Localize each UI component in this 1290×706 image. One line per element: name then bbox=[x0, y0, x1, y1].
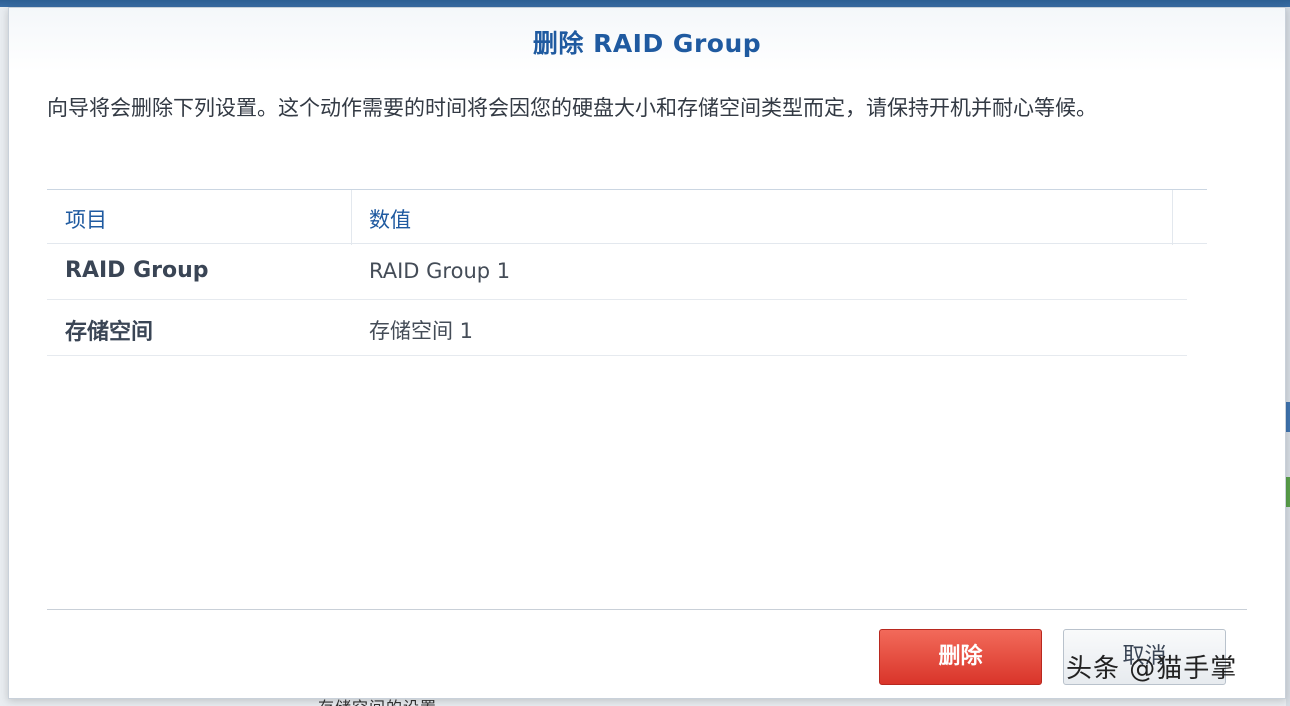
column-divider bbox=[1172, 190, 1173, 245]
row-value: RAID Group 1 bbox=[369, 259, 511, 283]
window-top-strip bbox=[0, 0, 1290, 7]
table-row[interactable]: RAID Group RAID Group 1 bbox=[47, 244, 1187, 300]
row-key: 存储空间 bbox=[65, 320, 154, 345]
watermark-text: 头条 @猫手掌 bbox=[1066, 654, 1238, 684]
table-row[interactable]: 存储空间 存储空间 1 bbox=[47, 300, 1187, 356]
delete-button[interactable]: 删除 bbox=[879, 629, 1042, 685]
background-app-edge bbox=[1286, 7, 1290, 706]
dialog-title: 删除 RAID Group bbox=[532, 29, 762, 58]
background-stripe bbox=[1286, 477, 1290, 507]
delete-raid-group-dialog: 删除 RAID Group 向导将会删除下列设置。这个动作需要的时间将会因您的硬… bbox=[8, 7, 1286, 699]
row-key: RAID Group bbox=[65, 258, 209, 283]
dialog-description: 向导将会删除下列设置。这个动作需要的时间将会因您的硬盘大小和存储空间类型而定，请… bbox=[47, 96, 1097, 120]
column-header-value[interactable]: 数值 bbox=[369, 204, 411, 234]
footer-divider bbox=[47, 609, 1247, 610]
row-value: 存储空间 1 bbox=[369, 319, 474, 343]
background-stripe bbox=[1286, 402, 1290, 432]
settings-table: 项目 数值 RAID Group RAID Group 1 存储空间 存储空间 … bbox=[47, 189, 1207, 356]
table-header: 项目 数值 bbox=[47, 189, 1207, 245]
column-header-item[interactable]: 项目 bbox=[65, 204, 107, 234]
dialog-header: 删除 RAID Group bbox=[9, 8, 1285, 72]
column-divider bbox=[351, 190, 352, 245]
